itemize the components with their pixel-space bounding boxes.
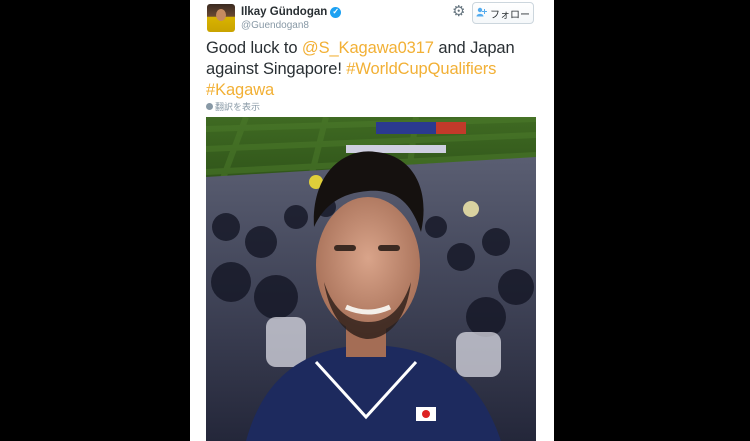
user-name-row: Ilkay Gündogan ✓ <box>241 5 342 19</box>
follow-button-label: フォロー <box>490 9 530 21</box>
translate-link[interactable]: 翻訳を表示 <box>206 100 260 113</box>
avatar-face <box>216 9 226 21</box>
translate-label: 翻訳を表示 <box>215 102 261 112</box>
verified-badge-icon: ✓ <box>330 6 342 18</box>
hashtag-link-worldcupqualifiers[interactable]: #WorldCupQualifiers <box>346 60 496 78</box>
hashtag-link-kagawa[interactable]: #Kagawa <box>206 81 274 99</box>
tweet-card: Ilkay Gündogan ✓ @Guendogan8 ⚙ フォロー Good… <box>190 0 554 441</box>
selfie-photo <box>206 117 536 441</box>
tweet-text: Good luck to @S_Kagawa0317 and Japan aga… <box>206 38 546 101</box>
add-user-icon <box>476 7 487 20</box>
user-name[interactable]: Ilkay Gündogan <box>241 5 327 19</box>
user-handle[interactable]: @Guendogan8 <box>241 19 341 32</box>
tweet-photo[interactable] <box>206 117 536 441</box>
gear-icon[interactable]: ⚙ <box>452 4 465 20</box>
user-avatar[interactable] <box>207 4 235 32</box>
globe-icon <box>206 103 213 110</box>
follow-button[interactable]: フォロー <box>472 2 534 24</box>
mention-link[interactable]: @S_Kagawa0317 <box>302 39 434 57</box>
user-info: Ilkay Gündogan ✓ @Guendogan8 <box>241 5 342 32</box>
tweet-text-part-1: Good luck to <box>206 39 302 57</box>
